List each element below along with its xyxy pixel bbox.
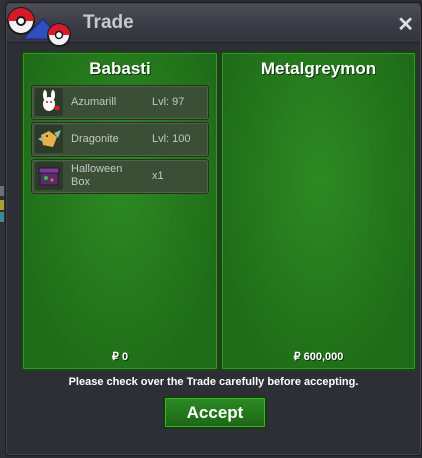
accept-button[interactable]: Accept bbox=[163, 396, 267, 429]
item-name: Azumarill bbox=[71, 96, 117, 108]
background-speck bbox=[0, 200, 4, 210]
item-detail: Lvl: 100 bbox=[152, 133, 191, 145]
trade-item[interactable]: Halloween Box x1 bbox=[31, 159, 209, 194]
money-offer-left: ₽ 0 bbox=[111, 351, 129, 363]
item-quantity: x1 bbox=[152, 170, 164, 182]
item-name: Dragonite bbox=[71, 133, 119, 145]
trade-item[interactable]: Dragonite Lvl: 100 bbox=[31, 122, 209, 157]
item-name: Halloween Box bbox=[71, 163, 122, 189]
item-name-line: Box bbox=[71, 176, 90, 188]
background-speck bbox=[0, 186, 4, 196]
item-detail: Lvl: 97 bbox=[152, 96, 185, 108]
close-icon[interactable]: ✕ bbox=[397, 12, 414, 37]
trade-notice: Please check over the Trade carefully be… bbox=[68, 376, 359, 388]
background-speck bbox=[0, 212, 4, 222]
azumarill-icon bbox=[35, 88, 63, 116]
halloween-box-icon bbox=[35, 162, 63, 190]
money-offer-right: ₽ 600,000 bbox=[293, 351, 344, 363]
trader-name-right: Metalgreymon bbox=[260, 59, 377, 78]
offer-panel-right: Metalgreymon ₽ 600,000 bbox=[220, 51, 417, 371]
item-name-line: Halloween bbox=[71, 163, 123, 175]
pokeball-logo-icon bbox=[7, 7, 71, 47]
window-title: Trade bbox=[83, 12, 134, 33]
trade-item[interactable]: Azumarill Lvl: 97 bbox=[31, 85, 209, 120]
offer-panel-left: Babasti Azumarill Lvl: 97 Dragonite Lvl:… bbox=[21, 51, 219, 371]
dragonite-icon bbox=[35, 125, 63, 153]
trade-window: Trade ✕ Babasti Azumarill Lvl: 97 Dragon… bbox=[5, 2, 422, 456]
trader-name-left: Babasti bbox=[89, 59, 151, 78]
